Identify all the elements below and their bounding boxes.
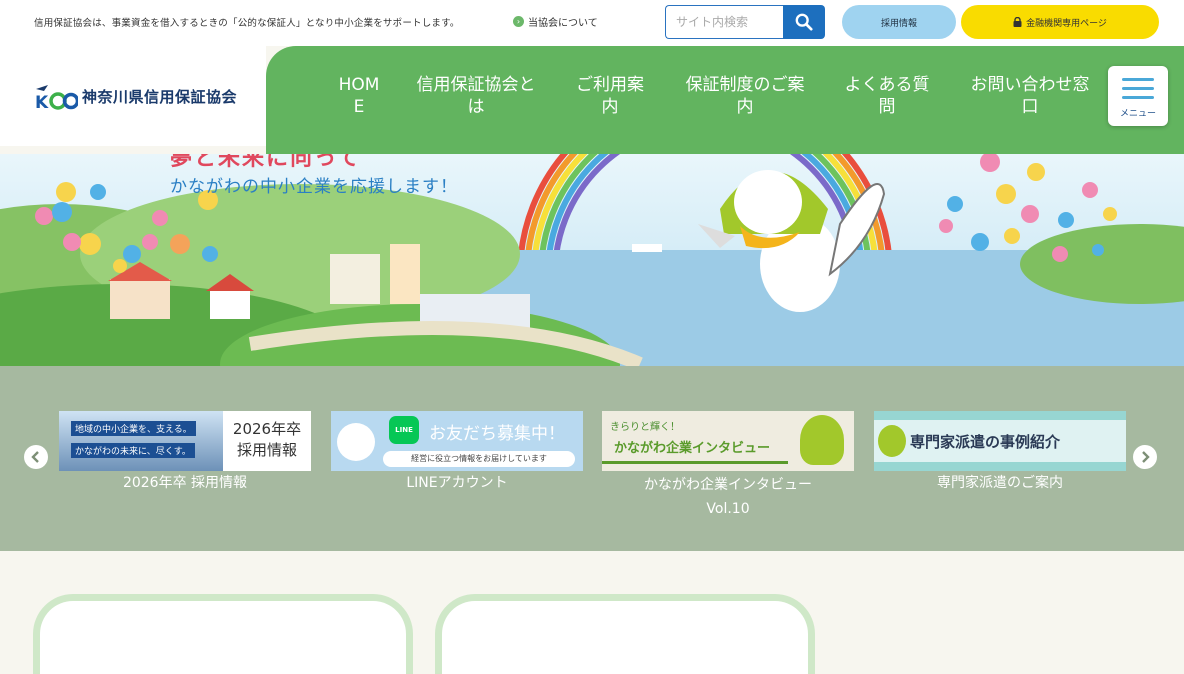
mascot-icon [878,425,906,457]
search-icon [795,13,813,31]
nav-faq-line2: 問 [878,97,896,117]
site-search [665,5,825,39]
nav-usage-line2: 内 [601,97,619,117]
nav-contact-line2: 口 [1021,97,1039,117]
line-banner-sub: 経営に役立つ情報をお届けしています [383,451,575,467]
hero-title: 夢と未来に向って [170,154,361,171]
expert-banner-stripe-bottom [874,462,1126,471]
recruit-button[interactable]: 採用情報 [842,5,956,39]
nav-contact[interactable]: お問い合わせ窓 口 [964,74,1096,118]
banner-recruit-2026[interactable]: 地域の中小企業を、支える。 かながわの未来に、尽くす。 2026年卒 採用情報 [59,411,311,471]
nav-about-line2: は [467,97,485,117]
recruit-side-line1: 2026年卒 [232,420,302,438]
hamburger-icon-bar [1122,87,1154,90]
hero-subtitle: かながわの中小企業を応援します！ [170,177,458,197]
chevron-left-icon [31,451,39,463]
hamburger-icon-bar [1122,96,1154,99]
menu-button[interactable]: メニュー [1108,66,1168,126]
top-bar: 信用保証協会は、事業資金を借入するときの「公的な保証人」となり中小企業をサポート… [0,0,1184,46]
bank-only-page-button[interactable]: 金融機関専用ページ [961,5,1159,39]
about-link-label: 当協会について [528,18,598,29]
nav-home[interactable]: HOM E [338,74,380,118]
mascot-icon [800,415,844,465]
about-association-link[interactable]: › 当協会について [513,14,598,29]
interview-banner-pre: きらりと輝く！ [610,422,680,433]
chevron-right-icon [1142,451,1150,463]
site-header: K 神奈川県信用保証協会 HOM E 信用保証協会と は ご利用案 内 保証制度… [0,46,1184,154]
recruit-banner-side-text: 2026年卒 採用情報 [223,419,311,461]
content-panel-left [33,594,413,674]
expert-banner-stripe [874,411,1126,420]
chevron-right-icon: › [513,16,524,27]
search-button[interactable] [783,5,825,39]
interview-banner-title: かながわ企業インタビュー [614,441,771,456]
banner-caption-expert[interactable]: 専門家派遣のご案内 [874,471,1126,495]
nav-usage-guide[interactable]: ご利用案 内 [572,74,648,118]
recruit-banner-line2: かながわの未来に、尽くす。 [71,443,195,458]
nav-contact-line1: お問い合わせ窓 [970,75,1090,95]
nav-home-line2: E [353,97,365,117]
hero-banner: 夢と未来に向って かながわの中小企業を応援します！ [0,154,1184,366]
recruit-banner-image [59,411,223,471]
logo-emblem-icon: K [35,85,78,111]
nav-system-line2: 内 [736,97,754,117]
nav-home-line1: HOM [338,75,380,95]
nav-about[interactable]: 信用保証協会と は [410,74,542,118]
nav-about-line1: 信用保証協会と [416,75,536,95]
global-nav: HOM E 信用保証協会と は ご利用案 内 保証制度のご案 内 よくある質 問… [266,46,1184,154]
recruit-side-line2: 採用情報 [236,441,297,459]
line-logo-icon: LINE [389,416,419,444]
content-panel-right [435,594,815,674]
expert-banner-title: 専門家派遣の事例紹介 [910,433,1061,451]
banner-expert-dispatch[interactable]: 専門家派遣の事例紹介 [874,411,1126,471]
nav-guarantee-system[interactable]: 保証制度のご案 内 [679,74,811,118]
banner-caption-recruit[interactable]: 2026年卒 採用情報 [59,471,311,495]
nav-faq-line1: よくある質 [844,75,930,95]
banner-caption-interview[interactable]: かながわ企業インタビュー [602,473,854,497]
banner-caption-line[interactable]: LINEアカウント [331,471,583,495]
hamburger-icon [1122,78,1154,81]
mascot-icon [337,423,375,461]
nav-faq[interactable]: よくある質 問 [840,74,934,118]
line-banner-title: お友だち募集中！ [429,424,565,444]
nav-usage-line1: ご利用案 [576,75,644,95]
banner-caption-interview-vol[interactable]: Vol.10 [602,497,854,521]
site-tagline: 信用保証協会は、事業資金を借入するときの「公的な保証人」となり中小企業をサポート… [34,18,460,29]
bank-button-label: 金融機関専用ページ [1026,18,1107,29]
banner-kanagawa-interview[interactable]: きらりと輝く！ かながわ企業インタビュー [602,411,854,471]
nav-system-line1: 保証制度のご案 [685,75,805,95]
banner-line-account[interactable]: LINE お友だち募集中！ 経営に役立つ情報をお届けしています [331,411,583,471]
interview-banner-rule [602,461,788,464]
carousel-prev-button[interactable] [24,445,48,469]
svg-text:K: K [35,93,49,111]
search-input[interactable] [665,5,783,39]
lock-icon [1013,17,1022,27]
carousel-next-button[interactable] [1133,445,1157,469]
logo-mark: K [34,81,78,111]
logo-text: 神奈川県信用保証協会 [82,87,238,106]
recruit-banner-line1: 地域の中小企業を、支える。 [71,421,196,436]
site-logo[interactable]: K 神奈川県信用保証協会 [0,46,266,146]
menu-label: メニュー [1119,109,1156,119]
